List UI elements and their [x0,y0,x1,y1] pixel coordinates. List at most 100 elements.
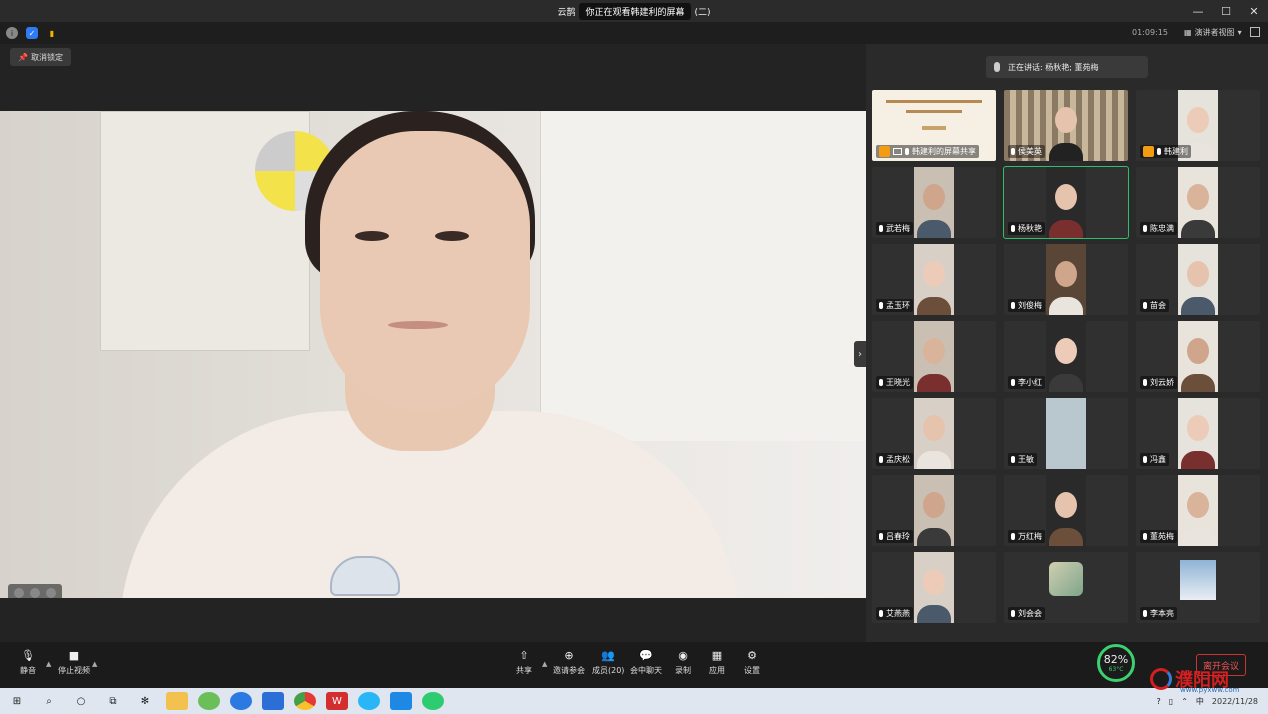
help-icon[interactable]: ? [1157,697,1161,706]
search-icon[interactable]: ⌕ [38,692,60,710]
wechat-icon[interactable] [422,692,444,710]
windows-taskbar: ⊞ ⌕ ○ ⧉ ✻ W ? ▯ ⌃ 中 2022/11/28 [0,688,1268,714]
chat-button[interactable]: 💬 会中聊天 [630,650,662,676]
settings-button[interactable]: ⚙ 设置 [744,650,760,676]
speaker-eye-right [435,231,469,241]
members-label: 成员(20) [592,666,625,675]
participant-tile[interactable]: 冯鑫 [1136,398,1260,469]
fullscreen-icon[interactable] [1250,27,1260,37]
wps-icon[interactable]: W [326,692,348,710]
shield-icon[interactable]: ✓ [26,27,38,39]
edge-icon[interactable] [230,692,252,710]
participant-body [1049,297,1083,315]
participant-tile[interactable]: 李小红 [1004,321,1128,392]
share-label: 共享 [516,666,532,675]
participant-tile[interactable]: 苗会 [1136,244,1260,315]
microphone-icon [1011,379,1015,386]
minimize-button[interactable]: — [1184,0,1212,22]
close-button[interactable]: ✕ [1240,0,1268,22]
participant-tile[interactable]: 孟玉环 [872,244,996,315]
microphone-icon [1011,148,1015,155]
view-switch[interactable]: ▦ 演讲者视图 ▾ [1184,27,1242,38]
file-explorer-icon[interactable] [166,692,188,710]
participant-tile[interactable]: 韩建利 [1136,90,1260,161]
invite-button[interactable]: ⊕ 邀请参会 [553,650,585,676]
signal-icon[interactable]: ▮ [46,27,58,39]
participant-tile[interactable]: 吕春玲 [872,475,996,546]
share-options-caret[interactable]: ▲ [542,660,547,668]
speaking-indicator: 正在讲话: 杨秋艳; 董苑梅 [986,56,1148,78]
mute-options-caret[interactable]: ▲ [46,660,51,668]
participant-panel: 正在讲话: 杨秋艳; 董苑梅 韩建利的屏幕共享 侯美英 韩建利武若梅 杨秋艳 陈忠满孟玉… [866,44,1268,642]
main-video[interactable] [0,111,866,598]
qq-browser-icon[interactable] [358,692,380,710]
participant-head [923,414,945,441]
participant-body [1181,220,1215,238]
main-stage: 📌 取消锁定 › [0,44,866,642]
unlock-button[interactable]: 📌 取消锁定 [10,48,71,66]
record-icon: ◉ [678,649,688,662]
settings-label: 设置 [744,666,760,675]
microphone-icon [879,533,883,540]
sharing-suffix: (二) [694,7,711,18]
tray-date[interactable]: 2022/11/28 [1212,697,1258,706]
participant-tile[interactable]: 王晓光 [872,321,996,392]
ime-indicator[interactable]: 中 [1196,696,1204,707]
participant-tile[interactable]: 孟庆松 [872,398,996,469]
participant-name: 李小红 [1018,378,1042,387]
record-button[interactable]: ◉ 录制 [675,650,691,676]
participant-tile[interactable]: 刘俊梅 [1004,244,1128,315]
task-view-icon[interactable]: ⧉ [102,692,124,710]
grid-icon: ▦ [1184,28,1192,37]
participant-head [1055,260,1077,287]
participant-label: 陈忠满 [1140,222,1177,235]
participant-tile[interactable]: 侯美英 [1004,90,1128,161]
participant-label: 艾燕燕 [876,607,913,620]
participant-label: 董苑梅 [1140,530,1177,543]
participant-tile[interactable]: 董苑梅 [1136,475,1260,546]
maximize-button[interactable]: ☐ [1212,0,1240,22]
watermark-url: www.pyxww.com [1180,686,1240,694]
apps-grid-icon: ▦ [711,649,723,662]
participant-name: 刘云娇 [1150,378,1174,387]
participant-tile[interactable]: 武若梅 [872,167,996,238]
participant-tile[interactable]: 陈忠满 [1136,167,1260,238]
browser-icon[interactable] [198,692,220,710]
stop-video-button[interactable]: ■ 停止视频 [58,650,90,676]
windows-start-icon[interactable]: ⊞ [6,692,28,710]
participant-tile[interactable]: 艾燕燕 [872,552,996,623]
cortana-icon[interactable]: ○ [70,692,92,710]
sharing-notice[interactable]: 你正在观看韩建利的屏幕 [579,2,691,20]
chrome-icon[interactable] [294,692,316,710]
mail-icon[interactable] [262,692,284,710]
microphone-icon [1143,456,1147,463]
share-button[interactable]: ⇧ 共享 [516,650,532,676]
participant-tile[interactable]: 刘云娇 [1136,321,1260,392]
video-mini-controls[interactable] [8,584,62,598]
participant-tile[interactable]: 杨秋艳 [1003,166,1129,239]
arrow-left-icon[interactable] [46,588,56,598]
battery-icon[interactable]: ▯ [1169,697,1173,706]
cpu-monitor[interactable]: 82% 63°C [1097,644,1135,682]
participant-tile[interactable]: 王敏 [1004,398,1128,469]
collapse-panel-button[interactable]: › [854,341,866,367]
title-bar: 云鹊 你正在观看韩建利的屏幕 (二) — ☐ ✕ [0,0,1268,22]
participant-tile[interactable]: 韩建利的屏幕共享 [872,90,996,161]
participant-body [917,220,951,238]
participant-tile[interactable]: 李本亮 [1136,552,1260,623]
participant-head [1187,183,1209,210]
microphone-icon [879,225,883,232]
info-icon[interactable]: i [6,27,18,39]
microphone-icon [1011,302,1015,309]
participant-tile[interactable]: 刘会会 [1004,552,1128,623]
fan-app-icon[interactable]: ✻ [134,692,156,710]
mute-button[interactable]: 🎙 静音 [20,650,36,676]
participant-tile[interactable]: 万红梅 [1004,475,1128,546]
video-options-caret[interactable]: ▲ [92,660,97,668]
members-button[interactable]: 👥 成员(20) [592,650,624,676]
emoji-icon[interactable] [14,588,24,598]
chevron-up-icon[interactable]: ⌃ [1181,697,1188,706]
apps-button[interactable]: ▦ 应用 [709,650,725,676]
meeting-app-icon[interactable] [390,692,412,710]
chat-bubble-icon[interactable] [30,588,40,598]
